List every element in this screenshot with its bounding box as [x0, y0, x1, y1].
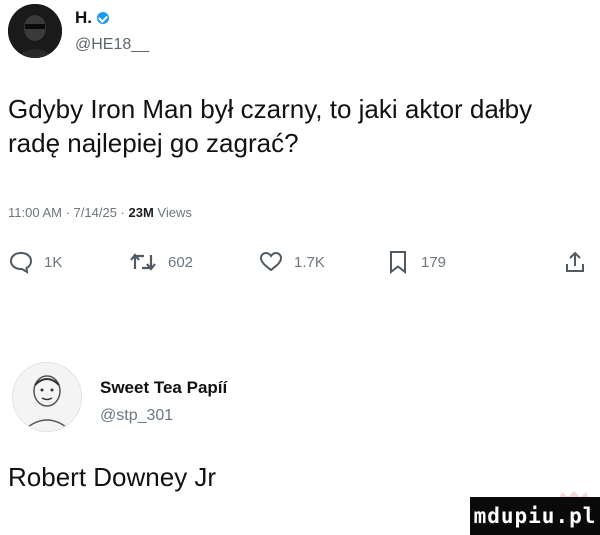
like-button[interactable]: 1.7K [258, 245, 325, 279]
retweet-icon [128, 249, 158, 275]
views-label: Views [157, 205, 192, 220]
tweet-text: Gdyby Iron Man był czarny, to jaki aktor… [8, 94, 533, 158]
bookmark-icon [385, 249, 411, 275]
reply-author-avatar[interactable] [12, 362, 82, 432]
meta-separator: · [65, 205, 74, 220]
like-count: 1.7K [294, 253, 325, 271]
author-name[interactable]: H. [75, 8, 109, 28]
tweet-date[interactable]: 7/14/25 [74, 205, 117, 220]
reply-icon [8, 249, 34, 275]
author-name-text: H. [75, 8, 92, 27]
reply-text: Robert Downey Jr [8, 462, 217, 492]
share-icon [563, 249, 587, 275]
views-count: 23M [128, 205, 154, 220]
watermark-logo: mdupiu.pl [470, 497, 600, 535]
retweet-count: 602 [168, 253, 194, 271]
heart-icon [258, 249, 284, 275]
author-avatar[interactable] [8, 4, 62, 58]
verified-badge-icon [97, 12, 109, 24]
bookmark-button[interactable]: 179 [385, 245, 446, 279]
author-handle[interactable]: @HE18__ [75, 36, 149, 54]
reply-count: 1K [44, 253, 63, 271]
meta-separator: · [120, 205, 129, 220]
reply-author-name[interactable]: Sweet Tea Papíí [100, 378, 227, 398]
share-button[interactable] [563, 245, 587, 279]
tweet-time[interactable]: 11:00 AM [8, 205, 62, 220]
tweet-meta: 11:00 AM · 7/14/25 · 23M Views [8, 205, 192, 220]
retweet-button[interactable]: 602 [128, 245, 193, 279]
bookmark-count: 179 [421, 253, 447, 271]
reply-author-handle[interactable]: @stp_301 [100, 407, 173, 425]
reply-button[interactable]: 1K [8, 245, 62, 279]
